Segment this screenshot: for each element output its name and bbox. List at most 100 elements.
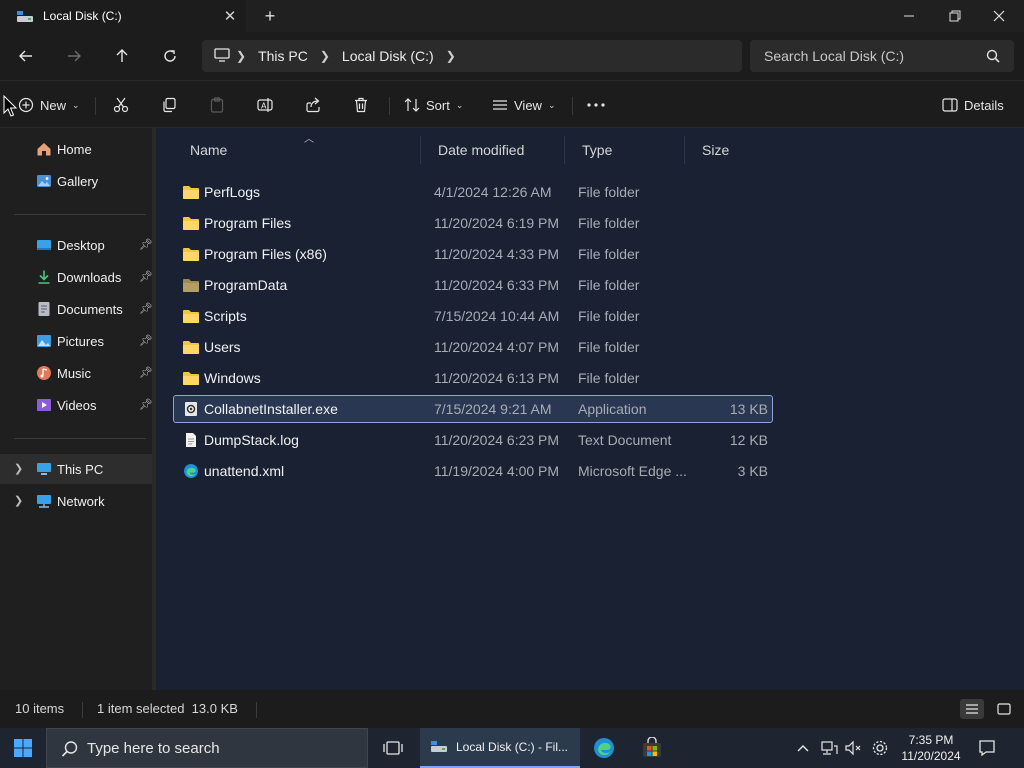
sidebar-item-gallery[interactable]: Gallery <box>0 166 156 196</box>
table-row[interactable]: Program Files (x86) 11/20/2024 4:33 PM Fil… <box>174 241 772 267</box>
up-button[interactable] <box>106 40 138 72</box>
back-button[interactable] <box>10 40 42 72</box>
minimize-button[interactable] <box>886 0 932 32</box>
column-divider[interactable] <box>684 136 685 164</box>
download-icon <box>36 269 52 285</box>
sidebar-item-pictures[interactable]: Pictures 📌︎ <box>0 326 156 356</box>
file-date-modified: 11/20/2024 6:33 PM <box>434 277 560 293</box>
sidebar-item-label: Gallery <box>57 173 99 189</box>
sidebar-item-desktop[interactable]: Desktop 📌︎ <box>0 230 156 260</box>
column-divider[interactable] <box>564 136 565 164</box>
sidebar-item-videos[interactable]: Videos 📌︎ <box>0 390 156 420</box>
restore-button[interactable] <box>932 0 978 32</box>
start-button[interactable] <box>0 728 46 768</box>
breadcrumb-local-disk[interactable]: Local Disk (C:) <box>342 48 434 64</box>
address-bar[interactable]: ❯ This PC ❯ Local Disk (C:) ❯ <box>202 40 742 72</box>
task-view-button[interactable] <box>370 728 416 768</box>
sidebar-item-documents[interactable]: Documents 📌︎ <box>0 294 156 324</box>
table-row[interactable]: PerfLogs 4/1/2024 12:26 AM File folder <box>174 179 772 205</box>
rename-button[interactable]: A <box>257 91 273 119</box>
sidebar-item-this-pc[interactable]: ❯ This PC <box>0 454 156 484</box>
sort-button[interactable]: Sort ⌄ <box>404 91 463 119</box>
file-type: File folder <box>578 184 640 200</box>
refresh-button[interactable] <box>154 40 186 72</box>
table-row[interactable]: Windows 11/20/2024 6:13 PM File folder <box>174 365 772 391</box>
column-header-name[interactable]: Name <box>190 142 227 158</box>
column-header-type[interactable]: Type <box>582 142 612 158</box>
sidebar-item-music[interactable]: Music 📌︎ <box>0 358 156 388</box>
taskbar-item-store[interactable] <box>629 728 675 768</box>
tab-local-disk[interactable]: Local Disk (C:) ✕ <box>0 0 246 32</box>
sidebar-item-label: This PC <box>57 461 104 477</box>
task-view-icon <box>383 741 403 755</box>
file-type: Text Document <box>578 432 672 448</box>
table-row[interactable]: unattend.xml 11/19/2024 4:00 PM Microsoft … <box>174 458 772 484</box>
details-view-toggle[interactable] <box>960 699 984 719</box>
close-window-button[interactable] <box>976 0 1022 32</box>
sidebar-item-label: Music <box>57 365 91 381</box>
settings-tray-button[interactable] <box>868 728 892 768</box>
breadcrumb-this-pc[interactable]: This PC <box>258 48 308 64</box>
pin-icon[interactable]: 📌︎ <box>139 334 153 347</box>
pin-icon[interactable]: 📌︎ <box>139 270 153 283</box>
volume-tray-button[interactable] <box>842 728 864 768</box>
chevron-right-icon[interactable]: ❯ <box>14 494 23 507</box>
divider <box>82 702 83 718</box>
taskbar-item-edge[interactable] <box>581 728 627 768</box>
details-button[interactable]: Details <box>942 91 1004 119</box>
clock[interactable]: 7:35 PM 11/20/2024 <box>896 732 966 764</box>
new-tab-button[interactable]: + <box>256 0 284 32</box>
taskbar: Type here to search Local Disk (C:) - Fi… <box>0 728 1024 768</box>
share-button[interactable] <box>305 91 321 119</box>
cut-button[interactable] <box>113 91 129 119</box>
breadcrumb-chevron-icon[interactable]: ❯ <box>446 49 456 63</box>
taskbar-item-label: Local Disk (C:) - Fil... <box>456 740 569 754</box>
hidden-folder-icon <box>182 277 200 293</box>
pin-icon[interactable]: 📌︎ <box>139 398 153 411</box>
file-size: 12 KB <box>729 432 768 448</box>
notifications-button[interactable] <box>974 728 1000 768</box>
breadcrumb-chevron-icon: ❯ <box>236 49 247 63</box>
taskbar-search-input[interactable]: Type here to search <box>46 728 368 768</box>
sidebar-item-home[interactable]: Home <box>0 134 156 164</box>
forward-button[interactable] <box>58 40 90 72</box>
column-header-size[interactable]: Size <box>702 142 729 158</box>
sidebar-item-network[interactable]: ❯ Network <box>0 486 156 516</box>
sidebar-item-label: Desktop <box>57 237 105 253</box>
pin-icon[interactable]: 📌︎ <box>139 302 153 315</box>
table-row[interactable]: ProgramData 11/20/2024 6:33 PM File folder <box>174 272 772 298</box>
column-divider[interactable] <box>420 136 421 164</box>
file-name: Users <box>204 339 241 355</box>
command-bar: New ⌄ A Sort ⌄ View ⌄ Details <box>0 80 1024 128</box>
copy-button[interactable] <box>161 91 177 119</box>
file-type: File folder <box>578 308 640 324</box>
new-button[interactable]: New ⌄ <box>18 91 80 119</box>
column-header-date[interactable]: Date modified <box>438 142 524 158</box>
pin-icon[interactable]: 📌︎ <box>139 366 153 379</box>
table-row[interactable]: Scripts 7/15/2024 10:44 AM File folder <box>174 303 772 329</box>
network-tray-button[interactable] <box>818 728 840 768</box>
search-icon <box>61 740 79 762</box>
item-count: 10 items <box>15 701 65 716</box>
table-row[interactable]: Users 11/20/2024 4:07 PM File folder <box>174 334 772 360</box>
show-hidden-icons-button[interactable] <box>794 728 812 768</box>
tiles-view-icon <box>997 703 1011 715</box>
sort-ascending-icon: ︿ <box>304 134 314 145</box>
table-row[interactable]: CollabnetInstaller.exe 7/15/2024 9:21 AM A… <box>173 395 773 423</box>
close-tab-icon[interactable]: ✕ <box>214 7 246 25</box>
paste-button[interactable] <box>209 91 225 119</box>
pin-icon[interactable]: 📌︎ <box>139 238 153 251</box>
more-options-button[interactable] <box>586 91 606 119</box>
view-button[interactable]: View ⌄ <box>492 91 556 119</box>
tiles-view-toggle[interactable] <box>992 699 1016 719</box>
table-row[interactable]: Program Files 11/20/2024 6:19 PM File fold… <box>174 210 772 236</box>
delete-button[interactable] <box>353 91 369 119</box>
table-row[interactable]: DumpStack.log 11/20/2024 6:23 PM Text Docu… <box>174 427 772 453</box>
chevron-down-icon: ⌄ <box>455 99 464 110</box>
search-input[interactable]: Search Local Disk (C:) <box>750 40 1014 72</box>
add-circle-icon <box>18 97 34 113</box>
sidebar-item-downloads[interactable]: Downloads 📌︎ <box>0 262 156 292</box>
taskbar-item-file-explorer[interactable]: Local Disk (C:) - Fil... <box>420 728 580 768</box>
chevron-right-icon[interactable]: ❯ <box>14 462 23 475</box>
details-label: Details <box>964 97 1004 113</box>
